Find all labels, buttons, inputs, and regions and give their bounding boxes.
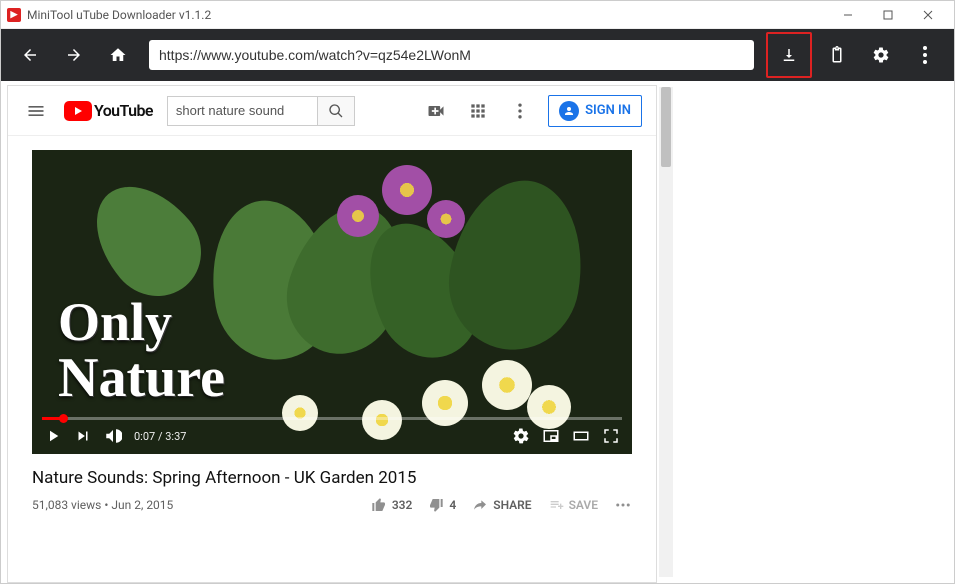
- content: YouTube: [1, 81, 954, 583]
- player-controls: 0:07 / 3:37: [32, 418, 632, 454]
- youtube-logo-text: YouTube: [94, 101, 153, 120]
- video-title: Nature Sounds: Spring Afternoon - UK Gar…: [8, 454, 656, 488]
- meta-more-button[interactable]: [614, 496, 632, 514]
- window-buttons: [828, 3, 948, 27]
- avatar-icon: [559, 101, 579, 121]
- share-label: SHARE: [493, 498, 531, 512]
- titlebar: ▶ MiniTool uTube Downloader v1.1.2: [1, 1, 954, 29]
- like-count: 332: [392, 498, 413, 512]
- timecode: 0:07 / 3:37: [134, 430, 186, 443]
- youtube-logo[interactable]: YouTube: [64, 101, 153, 121]
- theater-icon[interactable]: [572, 427, 590, 445]
- window-title: MiniTool uTube Downloader v1.1.2: [27, 8, 828, 22]
- search: [167, 96, 355, 126]
- dislike-count: 4: [449, 498, 456, 512]
- search-button[interactable]: [317, 96, 355, 126]
- maximize-button[interactable]: [868, 3, 908, 27]
- video-meta: 51,083 views • Jun 2, 2015 332 4 SHARE: [8, 488, 656, 514]
- browser-viewport: YouTube: [7, 85, 657, 583]
- sign-in-button[interactable]: SIGN IN: [548, 95, 642, 127]
- share-button[interactable]: SHARE: [472, 497, 531, 513]
- apps-icon[interactable]: [464, 97, 492, 125]
- download-button-highlight: [766, 32, 812, 78]
- url-input[interactable]: [149, 40, 754, 70]
- volume-icon[interactable]: [104, 427, 122, 445]
- youtube-header: YouTube: [8, 86, 656, 136]
- settings-icon[interactable]: [512, 427, 530, 445]
- youtube-logo-icon: [64, 101, 92, 121]
- save-button[interactable]: SAVE: [548, 497, 598, 513]
- create-video-icon[interactable]: [422, 97, 450, 125]
- more-button[interactable]: [906, 36, 944, 74]
- overlay-line1: Only: [58, 295, 225, 349]
- fullscreen-icon[interactable]: [602, 427, 620, 445]
- menu-icon[interactable]: [22, 97, 50, 125]
- save-label: SAVE: [569, 498, 598, 512]
- clipboard-button[interactable]: [818, 36, 856, 74]
- toolbar: [1, 29, 954, 81]
- browser-pane: YouTube: [1, 81, 673, 583]
- search-input[interactable]: [167, 96, 317, 126]
- minimize-button[interactable]: [828, 3, 868, 27]
- miniplayer-icon[interactable]: [542, 427, 560, 445]
- scrollbar[interactable]: [659, 87, 673, 577]
- play-icon[interactable]: [44, 427, 62, 445]
- sign-in-label: SIGN IN: [585, 103, 631, 118]
- video-area: Only Nature: [8, 136, 656, 454]
- app-icon: ▶: [7, 8, 21, 22]
- close-button[interactable]: [908, 3, 948, 27]
- video-stats: 51,083 views • Jun 2, 2015: [32, 498, 371, 512]
- dislike-button[interactable]: 4: [428, 497, 456, 513]
- like-button[interactable]: 332: [371, 497, 413, 513]
- next-icon[interactable]: [74, 427, 92, 445]
- header-more-icon[interactable]: [506, 97, 534, 125]
- download-button[interactable]: [770, 36, 808, 74]
- right-empty-pane: [673, 81, 954, 583]
- settings-button[interactable]: [862, 36, 900, 74]
- overlay-line2: Nature: [58, 349, 225, 408]
- video-player[interactable]: Only Nature: [32, 150, 632, 454]
- video-overlay-title: Only Nature: [58, 295, 225, 408]
- scrollbar-thumb[interactable]: [661, 87, 671, 167]
- forward-button[interactable]: [55, 36, 93, 74]
- back-button[interactable]: [11, 36, 49, 74]
- home-button[interactable]: [99, 36, 137, 74]
